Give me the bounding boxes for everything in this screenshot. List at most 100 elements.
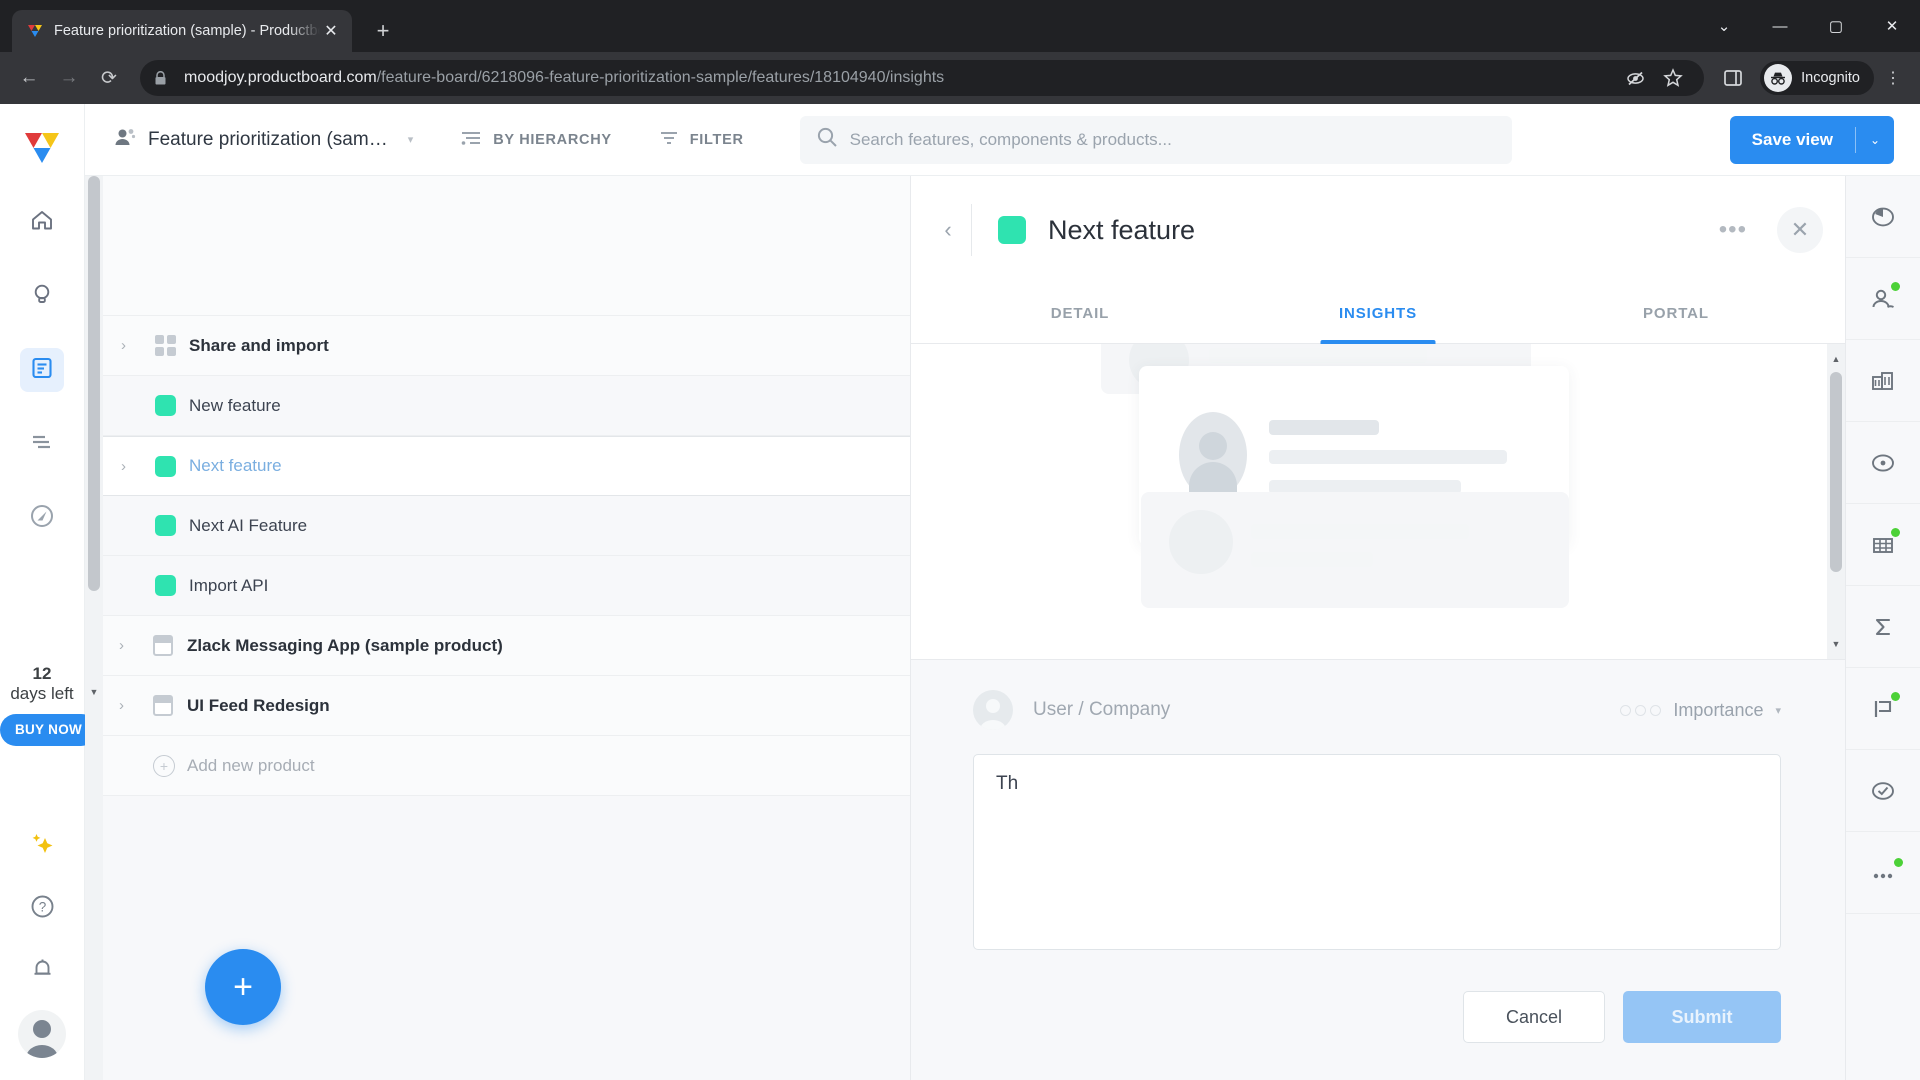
- insight-note-textarea[interactable]: [973, 754, 1781, 950]
- new-tab-button[interactable]: +: [366, 14, 400, 48]
- scrollbar-thumb[interactable]: [1830, 372, 1842, 572]
- chevron-down-icon[interactable]: ▾: [408, 133, 414, 146]
- close-icon[interactable]: ✕: [320, 20, 342, 42]
- back-icon[interactable]: ←: [10, 59, 48, 97]
- product-icon: [153, 635, 187, 656]
- sidebar-item-features[interactable]: [20, 348, 64, 392]
- expand-caret-icon[interactable]: ›: [121, 458, 155, 475]
- tab-detail[interactable]: DETAIL: [931, 284, 1229, 343]
- feature-list-scrollbar[interactable]: ▲ ▼: [85, 176, 103, 1080]
- avatar[interactable]: [18, 1010, 66, 1058]
- status-badge: [1890, 282, 1900, 291]
- timeline-icon[interactable]: [1845, 176, 1920, 258]
- tab-insights[interactable]: INSIGHTS: [1229, 284, 1527, 343]
- check-circle-icon[interactable]: [1845, 750, 1920, 832]
- sidebar-item-insights[interactable]: [20, 274, 64, 318]
- window-more-icon[interactable]: ⌄: [1696, 0, 1752, 52]
- cancel-button[interactable]: Cancel: [1463, 991, 1605, 1043]
- left-nav-rail: 12 days left BUY NOW ?: [0, 104, 97, 1080]
- list-item[interactable]: New feature: [103, 376, 910, 436]
- importance-selector[interactable]: Importance ▾: [1620, 700, 1781, 721]
- list-item-label: Share and import: [189, 335, 329, 355]
- users-icon[interactable]: [1845, 258, 1920, 340]
- scroll-down-icon[interactable]: ▼: [85, 683, 103, 701]
- expand-caret-icon[interactable]: ›: [121, 337, 155, 354]
- user-company-field[interactable]: User / Company: [1033, 699, 1170, 721]
- board-selector[interactable]: Feature prioritization (sam… ▾: [113, 125, 413, 154]
- list-item-product[interactable]: › UI Feed Redesign: [103, 676, 910, 736]
- skeleton-line: [1251, 524, 1469, 539]
- product-icon: [153, 695, 187, 716]
- list-item[interactable]: › Share and import: [103, 316, 910, 376]
- insight-form-actions: Cancel Submit: [973, 991, 1781, 1043]
- bookmark-star-icon[interactable]: [1656, 61, 1690, 95]
- productboard-app: 12 days left BUY NOW ? Feature prioritiz…: [0, 104, 1920, 1080]
- close-icon[interactable]: ✕: [1777, 207, 1823, 253]
- more-icon[interactable]: [1845, 832, 1920, 914]
- flag-icon[interactable]: [1845, 668, 1920, 750]
- add-feature-fab[interactable]: +: [205, 949, 281, 1025]
- trial-days-label: days left: [10, 683, 74, 703]
- list-item-product[interactable]: › Zlack Messaging App (sample product): [103, 616, 910, 676]
- by-hierarchy-button[interactable]: BY HIERARCHY: [459, 128, 612, 152]
- sidebar-item-home[interactable]: [20, 200, 64, 244]
- data-grid-icon[interactable]: [1845, 504, 1920, 586]
- scroll-up-icon[interactable]: ▲: [1827, 350, 1845, 368]
- search-icon: [816, 126, 838, 153]
- search-input[interactable]: [849, 129, 1496, 150]
- search-box[interactable]: [799, 115, 1512, 164]
- feature-color-swatch[interactable]: [998, 216, 1026, 244]
- reload-icon[interactable]: ⟳: [90, 59, 128, 97]
- browser-menu-icon[interactable]: ⋮: [1876, 61, 1910, 95]
- sidebar-item-objectives[interactable]: [20, 496, 64, 540]
- help-icon[interactable]: ?: [22, 886, 62, 926]
- insights-scrollbar[interactable]: ▲ ▼: [1827, 344, 1845, 659]
- incognito-icon: [1764, 64, 1793, 92]
- tab-portal[interactable]: PORTAL: [1527, 284, 1825, 343]
- objective-icon[interactable]: [1845, 422, 1920, 504]
- sparkle-icon[interactable]: [22, 824, 62, 864]
- scrollbar-thumb[interactable]: [88, 176, 100, 591]
- browser-tab[interactable]: Feature prioritization (sample) - Produc…: [12, 10, 352, 52]
- page-title: Next feature: [1048, 214, 1196, 245]
- window-maximize-button[interactable]: ▢: [1808, 0, 1864, 52]
- skeleton-line: [1251, 552, 1373, 567]
- more-icon[interactable]: •••: [1719, 218, 1747, 241]
- side-panel-icon[interactable]: [1716, 61, 1750, 95]
- window-minimize-button[interactable]: —: [1752, 0, 1808, 52]
- sigma-icon[interactable]: [1845, 586, 1920, 668]
- profile-incognito-button[interactable]: Incognito: [1760, 61, 1874, 95]
- save-view-button[interactable]: Save view ⌄: [1729, 115, 1894, 164]
- add-new-product-row[interactable]: + Add new product: [103, 736, 910, 796]
- sidebar-item-roadmap[interactable]: [20, 422, 64, 466]
- scroll-down-icon[interactable]: ▼: [1827, 635, 1845, 653]
- feature-detail-panel: ‹ Next feature ••• ✕ DETAIL INSIGHTS POR…: [910, 176, 1845, 1080]
- back-icon[interactable]: ‹: [925, 217, 971, 243]
- profile-label: Incognito: [1801, 70, 1860, 86]
- list-item-next-feature[interactable]: › Next feature: [103, 436, 910, 496]
- expand-caret-icon[interactable]: ›: [119, 697, 153, 714]
- objectives-icon: [28, 502, 56, 535]
- status-badge: [1893, 858, 1903, 867]
- importance-label: Importance: [1673, 699, 1764, 720]
- right-tool-rail: [1845, 176, 1920, 1080]
- skeleton-line: [1269, 450, 1507, 464]
- hierarchy-icon: [459, 128, 483, 152]
- chevron-down-icon[interactable]: ▾: [1775, 704, 1781, 717]
- left-rail-bottom: ?: [0, 824, 84, 1058]
- window-close-button[interactable]: ✕: [1864, 0, 1920, 52]
- submit-button[interactable]: Submit: [1623, 991, 1781, 1043]
- features-icon: [29, 355, 55, 386]
- expand-caret-icon[interactable]: ›: [119, 637, 153, 654]
- save-view-dropdown-icon[interactable]: ⌄: [1856, 133, 1894, 147]
- list-item[interactable]: Import API: [103, 556, 910, 616]
- buy-now-button[interactable]: BUY NOW: [0, 713, 97, 746]
- filter-button[interactable]: FILTER: [658, 128, 744, 152]
- productboard-logo[interactable]: [20, 126, 64, 170]
- notifications-icon[interactable]: [22, 948, 62, 988]
- forward-icon[interactable]: →: [50, 59, 88, 97]
- tracking-protection-icon[interactable]: [1618, 61, 1652, 95]
- list-item[interactable]: Next AI Feature: [103, 496, 910, 556]
- companies-icon[interactable]: [1845, 340, 1920, 422]
- address-bar[interactable]: moodjoy.productboard.com/feature-board/6…: [140, 60, 1705, 96]
